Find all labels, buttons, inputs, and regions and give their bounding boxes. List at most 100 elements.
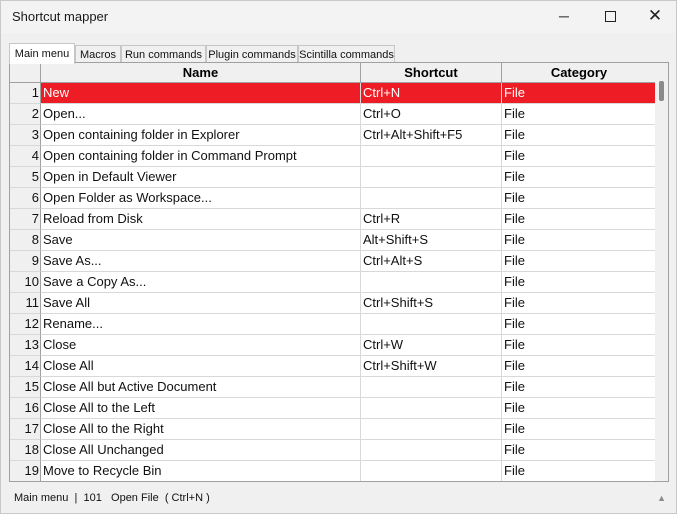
row-number[interactable]: 5	[10, 167, 41, 188]
command-name-cell[interactable]: Open containing folder in Explorer	[41, 125, 361, 146]
table-row[interactable]: 13 Close Ctrl+W File	[10, 335, 656, 356]
command-name-cell[interactable]: Close All to the Right	[41, 419, 361, 440]
table-row[interactable]: 4 Open containing folder in Command Promp…	[10, 146, 656, 167]
table-row[interactable]: 16 Close All to the Left File	[10, 398, 656, 419]
command-name-cell[interactable]: Save a Copy As...	[41, 272, 361, 293]
minimize-button[interactable]: ─	[541, 1, 587, 31]
command-name-cell[interactable]: Close All to the Left	[41, 398, 361, 419]
row-number[interactable]: 1	[10, 83, 41, 104]
table-row[interactable]: 8 Save Alt+Shift+S File	[10, 230, 656, 251]
category-cell[interactable]: File	[502, 356, 656, 377]
row-number[interactable]: 9	[10, 251, 41, 272]
shortcut-cell[interactable]	[361, 146, 502, 167]
shortcut-cell[interactable]: Ctrl+Shift+W	[361, 356, 502, 377]
row-number[interactable]: 17	[10, 419, 41, 440]
row-number[interactable]: 16	[10, 398, 41, 419]
shortcut-cell[interactable]	[361, 461, 502, 481]
category-cell[interactable]: File	[502, 230, 656, 251]
table-row[interactable]: 15 Close All but Active Document File	[10, 377, 656, 398]
category-cell[interactable]: File	[502, 272, 656, 293]
tab-main-menu[interactable]: Main menu	[9, 43, 75, 64]
shortcut-cell[interactable]	[361, 419, 502, 440]
scrollbar-thumb[interactable]	[659, 81, 664, 101]
table-row[interactable]: 3 Open containing folder in Explorer Ctrl+…	[10, 125, 656, 146]
vertical-scrollbar[interactable]	[655, 63, 668, 481]
row-number[interactable]: 10	[10, 272, 41, 293]
command-name-cell[interactable]: Close All but Active Document	[41, 377, 361, 398]
row-number[interactable]: 19	[10, 461, 41, 481]
category-cell[interactable]: File	[502, 419, 656, 440]
scroll-up-arrow-icon[interactable]: ▲	[657, 493, 666, 503]
shortcut-cell[interactable]: Ctrl+W	[361, 335, 502, 356]
close-button[interactable]: ✕	[632, 1, 677, 31]
shortcut-cell[interactable]: Ctrl+Alt+S	[361, 251, 502, 272]
category-cell[interactable]: File	[502, 251, 656, 272]
category-cell[interactable]: File	[502, 335, 656, 356]
category-cell[interactable]: File	[502, 293, 656, 314]
name-column-header[interactable]: Name	[41, 63, 361, 82]
command-name-cell[interactable]: Open in Default Viewer	[41, 167, 361, 188]
shortcut-cell[interactable]	[361, 314, 502, 335]
category-cell[interactable]: File	[502, 398, 656, 419]
command-name-cell[interactable]: New	[41, 83, 361, 104]
command-name-cell[interactable]: Close	[41, 335, 361, 356]
shortcut-cell[interactable]: Alt+Shift+S	[361, 230, 502, 251]
shortcut-cell[interactable]	[361, 167, 502, 188]
shortcut-cell[interactable]: Ctrl+R	[361, 209, 502, 230]
row-number[interactable]: 15	[10, 377, 41, 398]
category-cell[interactable]: File	[502, 377, 656, 398]
row-number[interactable]: 3	[10, 125, 41, 146]
tab-plugin-commands[interactable]: Plugin commands	[206, 45, 298, 63]
table-row[interactable]: 11 Save All Ctrl+Shift+S File	[10, 293, 656, 314]
table-row[interactable]: 17 Close All to the Right File	[10, 419, 656, 440]
tab-run-commands[interactable]: Run commands	[121, 45, 206, 63]
shortcut-cell[interactable]: Ctrl+N	[361, 83, 502, 104]
table-row[interactable]: 18 Close All Unchanged File	[10, 440, 656, 461]
table-row[interactable]: 9 Save As... Ctrl+Alt+S File	[10, 251, 656, 272]
shortcut-cell[interactable]: Ctrl+Shift+S	[361, 293, 502, 314]
row-number[interactable]: 2	[10, 104, 41, 125]
category-cell[interactable]: File	[502, 461, 656, 481]
row-number[interactable]: 14	[10, 356, 41, 377]
maximize-button[interactable]	[587, 1, 633, 31]
shortcut-cell[interactable]	[361, 398, 502, 419]
command-name-cell[interactable]: Close All	[41, 356, 361, 377]
row-number[interactable]: 13	[10, 335, 41, 356]
table-row[interactable]: 7 Reload from Disk Ctrl+R File	[10, 209, 656, 230]
tab-scintilla-commands[interactable]: Scintilla commands	[298, 45, 395, 63]
category-cell[interactable]: File	[502, 209, 656, 230]
shortcut-cell[interactable]: Ctrl+O	[361, 104, 502, 125]
shortcut-cell[interactable]	[361, 377, 502, 398]
table-row[interactable]: 6 Open Folder as Workspace... File	[10, 188, 656, 209]
command-name-cell[interactable]: Reload from Disk	[41, 209, 361, 230]
command-name-cell[interactable]: Save	[41, 230, 361, 251]
row-number[interactable]: 6	[10, 188, 41, 209]
category-cell[interactable]: File	[502, 146, 656, 167]
category-cell[interactable]: File	[502, 314, 656, 335]
table-row[interactable]: 5 Open in Default Viewer File	[10, 167, 656, 188]
command-name-cell[interactable]: Save All	[41, 293, 361, 314]
command-name-cell[interactable]: Move to Recycle Bin	[41, 461, 361, 481]
row-number[interactable]: 11	[10, 293, 41, 314]
category-cell[interactable]: File	[502, 125, 656, 146]
command-name-cell[interactable]: Save As...	[41, 251, 361, 272]
shortcut-cell[interactable]	[361, 188, 502, 209]
row-number[interactable]: 4	[10, 146, 41, 167]
table-row[interactable]: 14 Close All Ctrl+Shift+W File	[10, 356, 656, 377]
shortcut-grid[interactable]: Name Shortcut Category 1 New Ctrl+N File 2 Op…	[9, 62, 669, 482]
table-row[interactable]: 1 New Ctrl+N File	[10, 83, 656, 104]
title-bar[interactable]: Shortcut mapper ─ ✕	[1, 1, 676, 33]
row-number[interactable]: 12	[10, 314, 41, 335]
category-column-header[interactable]: Category	[502, 63, 657, 82]
tab-macros[interactable]: Macros	[75, 45, 121, 63]
command-name-cell[interactable]: Open Folder as Workspace...	[41, 188, 361, 209]
command-name-cell[interactable]: Rename...	[41, 314, 361, 335]
category-cell[interactable]: File	[502, 167, 656, 188]
command-name-cell[interactable]: Open...	[41, 104, 361, 125]
category-cell[interactable]: File	[502, 440, 656, 461]
category-cell[interactable]: File	[502, 188, 656, 209]
shortcut-column-header[interactable]: Shortcut	[361, 63, 502, 82]
table-row[interactable]: 2 Open... Ctrl+O File	[10, 104, 656, 125]
category-cell[interactable]: File	[502, 83, 656, 104]
shortcut-cell[interactable]	[361, 272, 502, 293]
